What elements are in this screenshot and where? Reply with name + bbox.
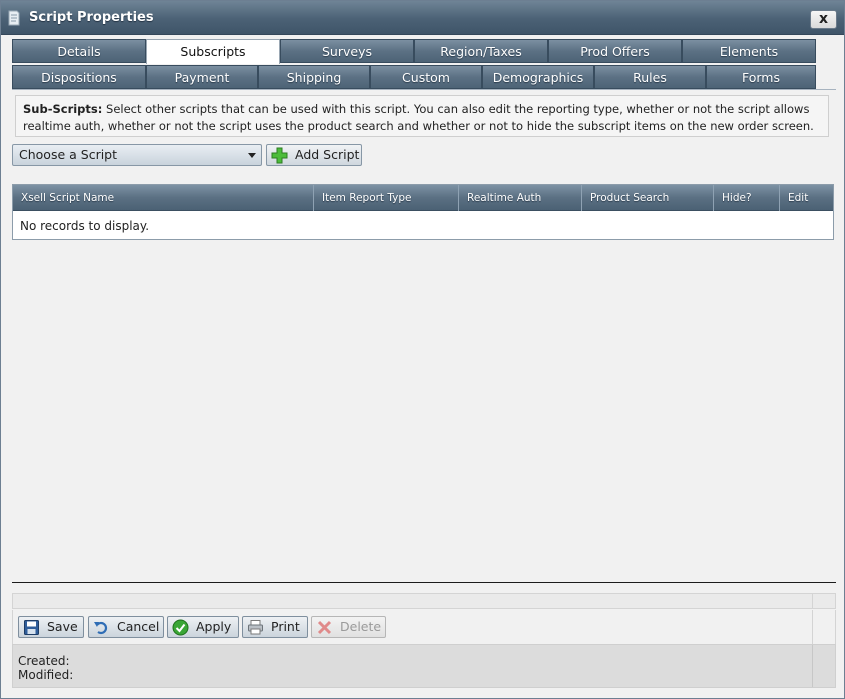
grid-empty-message: No records to display. (20, 219, 150, 233)
add-script-label: Add Script (295, 147, 360, 162)
window-title: Script Properties (29, 10, 154, 25)
modified-label: Modified: (18, 668, 74, 682)
apply-button[interactable]: Apply (167, 616, 239, 638)
print-label: Print (271, 619, 300, 634)
meta-divider (812, 645, 813, 687)
script-properties-window: Script Properties x Details Subscripts S… (0, 0, 845, 699)
undo-icon (94, 621, 108, 635)
save-label: Save (47, 619, 78, 634)
subscripts-grid: Xsell Script Name Item Report Type Realt… (12, 184, 834, 240)
col-item-report-type[interactable]: Item Report Type (314, 185, 459, 211)
tab-prod-offers[interactable]: Prod Offers (548, 39, 682, 63)
choose-script-value: Choose a Script (19, 147, 118, 162)
subscripts-description: Sub-Scripts: Select other scripts that c… (15, 95, 829, 137)
col-hide[interactable]: Hide? (714, 185, 780, 211)
footer-divider (812, 594, 813, 608)
content-separator (12, 582, 836, 583)
description-text: Select other scripts that can be used wi… (23, 102, 814, 133)
save-icon (24, 620, 39, 635)
cancel-button[interactable]: Cancel (88, 616, 164, 638)
tab-elements[interactable]: Elements (682, 39, 816, 63)
plus-icon (271, 147, 288, 164)
col-product-search[interactable]: Product Search (582, 185, 714, 211)
cancel-label: Cancel (117, 619, 160, 634)
tab-rules[interactable]: Rules (594, 65, 706, 89)
tab-demographics[interactable]: Demographics (482, 65, 594, 89)
print-button[interactable]: Print (242, 616, 308, 638)
col-realtime-auth[interactable]: Realtime Auth (459, 185, 582, 211)
col-xsell-script-name[interactable]: Xsell Script Name (13, 185, 314, 211)
footer-strip (12, 593, 836, 609)
tab-shipping[interactable]: Shipping (258, 65, 370, 89)
save-button[interactable]: Save (18, 616, 84, 638)
tab-forms[interactable]: Forms (706, 65, 816, 89)
check-icon (172, 619, 189, 636)
action-bar-divider (812, 610, 813, 644)
choose-script-dropdown[interactable]: Choose a Script (12, 144, 262, 166)
delete-x-icon (317, 620, 332, 635)
tab-payment[interactable]: Payment (146, 65, 258, 89)
printer-icon (248, 620, 263, 635)
tab-surveys[interactable]: Surveys (280, 39, 414, 63)
created-label: Created: (18, 654, 70, 668)
script-icon (8, 10, 20, 26)
tab-dispositions[interactable]: Dispositions (12, 65, 146, 89)
apply-label: Apply (196, 619, 232, 634)
tab-strip-border (12, 89, 836, 90)
delete-button[interactable]: Delete (311, 616, 386, 638)
tab-custom[interactable]: Custom (370, 65, 482, 89)
close-button[interactable]: x (810, 10, 837, 29)
chevron-down-icon (248, 153, 256, 158)
title-bar: Script Properties x (1, 1, 844, 35)
tab-subscripts[interactable]: Subscripts (146, 39, 280, 64)
add-script-button[interactable]: Add Script (266, 144, 362, 166)
description-heading: Sub-Scripts: (23, 102, 103, 116)
action-bar: Save Cancel Apply Print Delete (12, 610, 836, 644)
tab-details[interactable]: Details (12, 39, 146, 63)
col-edit[interactable]: Edit (780, 185, 833, 211)
tab-region-taxes[interactable]: Region/Taxes (414, 39, 548, 63)
delete-label: Delete (340, 619, 382, 634)
record-meta: Created: Modified: (12, 644, 836, 688)
grid-header: Xsell Script Name Item Report Type Realt… (13, 185, 833, 211)
